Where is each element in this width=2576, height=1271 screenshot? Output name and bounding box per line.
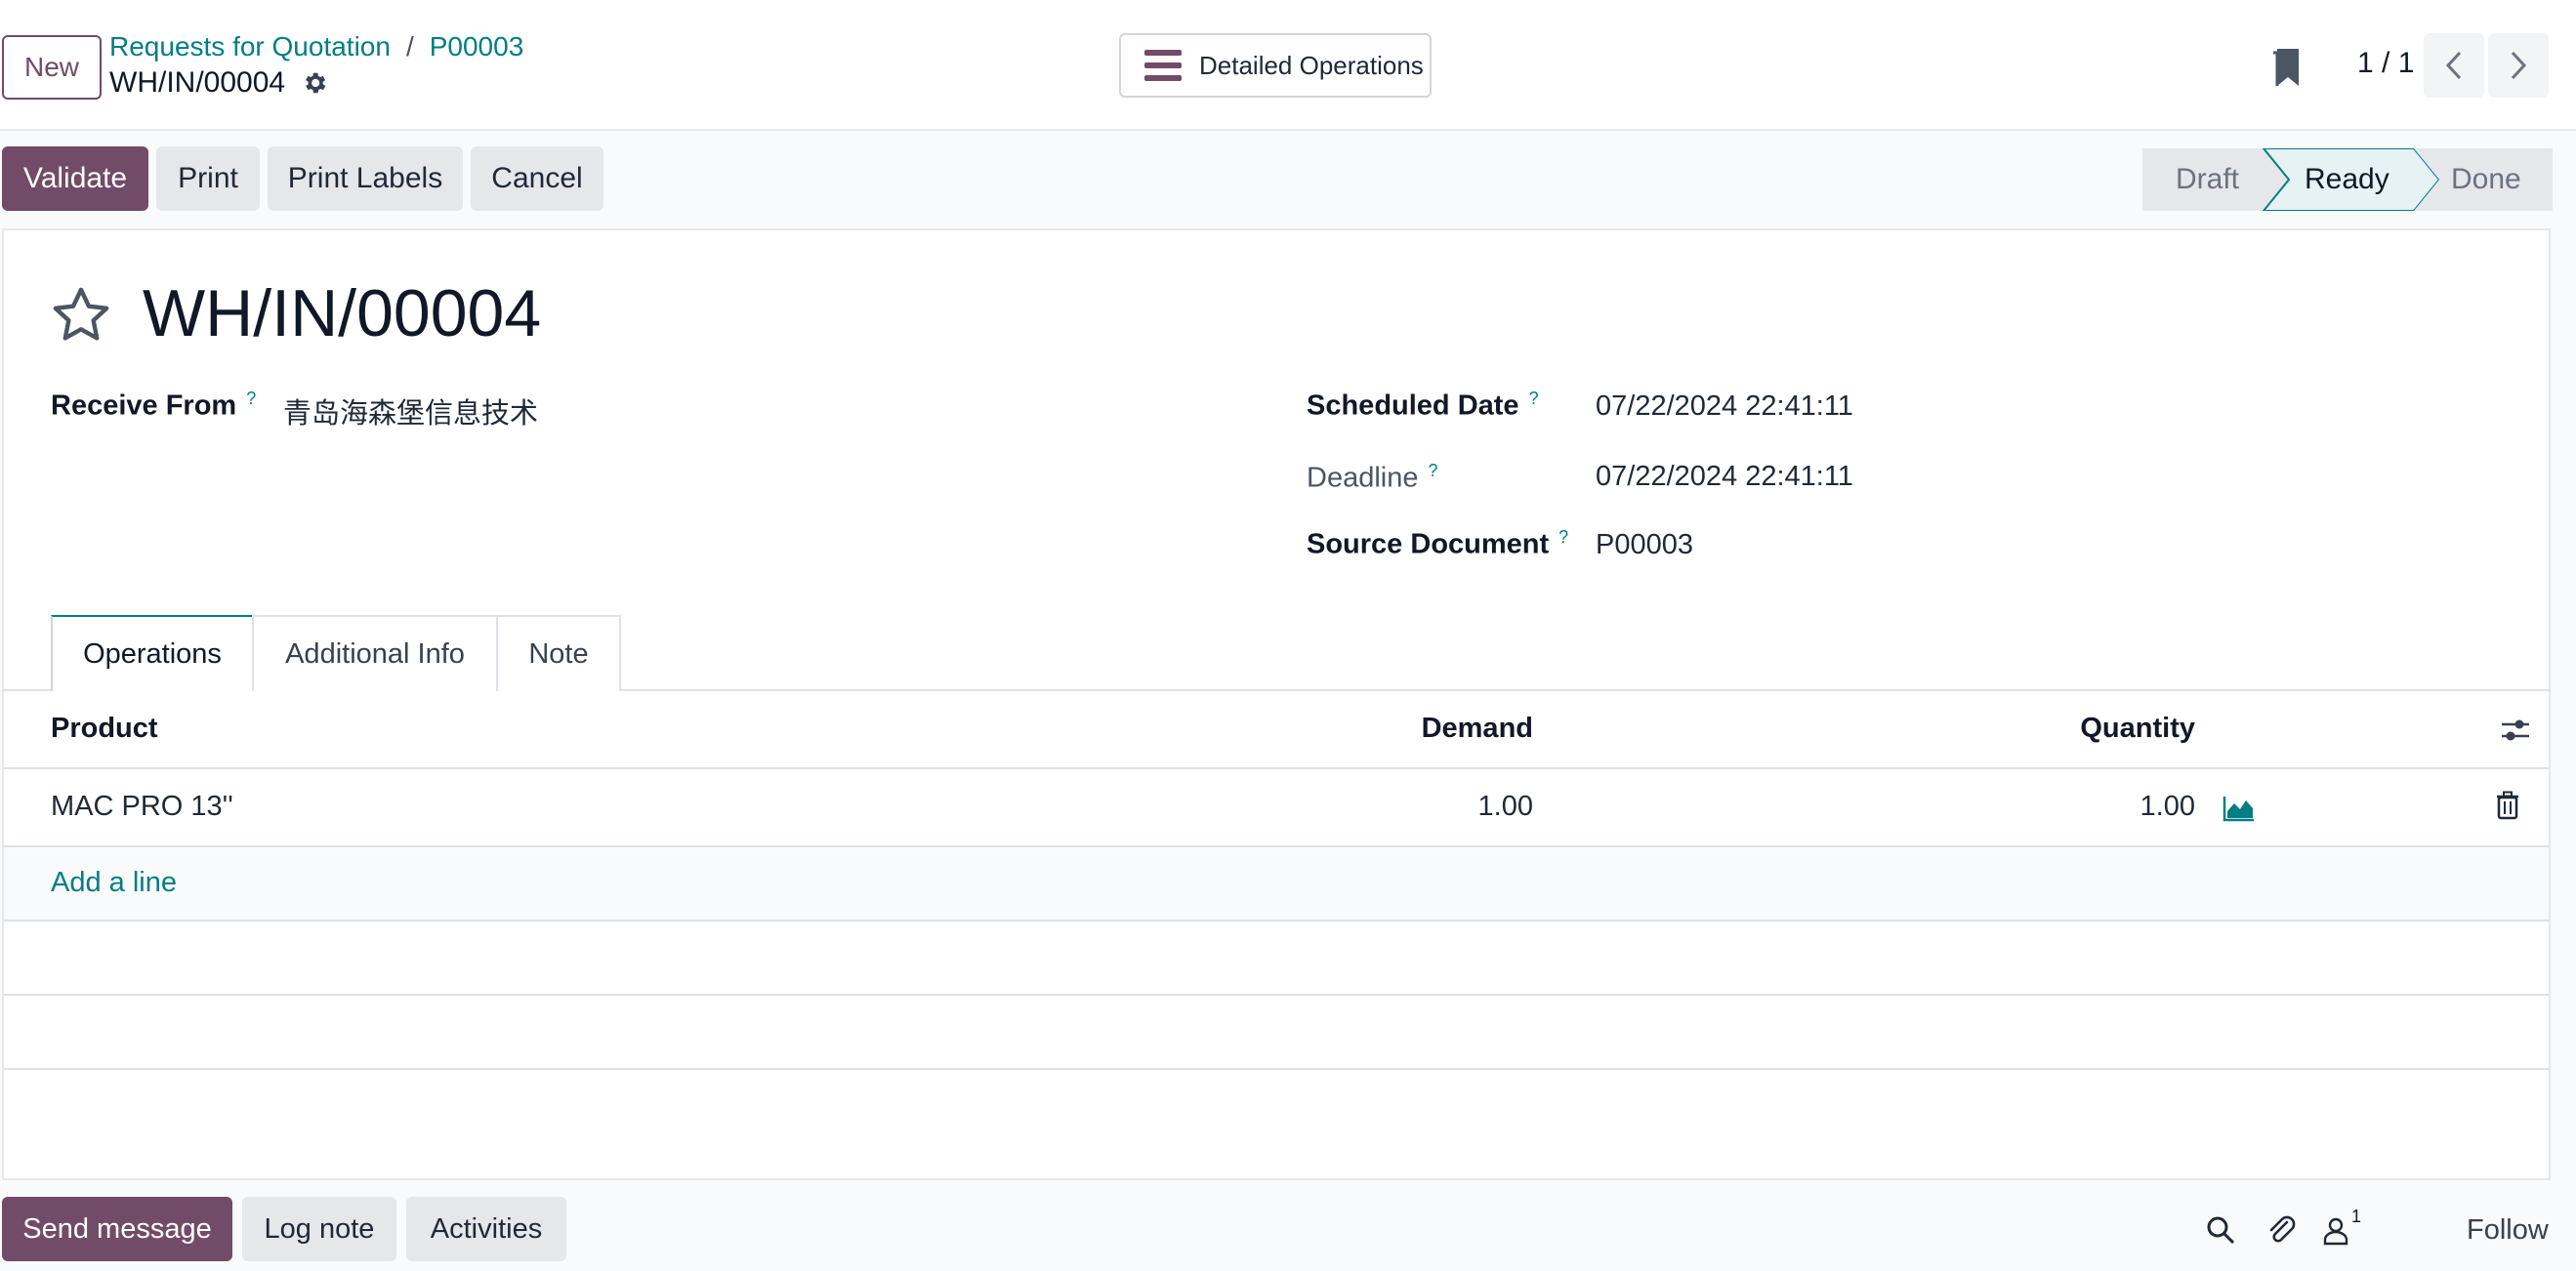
quantity-cell[interactable]: 1.00	[2140, 791, 2195, 823]
current-record-name: WH/IN/00004	[109, 66, 286, 99]
column-header-product[interactable]: Product	[51, 713, 158, 745]
breadcrumb-current: WH/IN/00004	[109, 66, 328, 100]
empty-table-row	[4, 922, 2549, 996]
notebook-tabs: Operations Additional Info Note	[51, 615, 621, 691]
tab-operations[interactable]: Operations	[51, 615, 254, 691]
paperclip-icon[interactable]	[2265, 1214, 2297, 1246]
followers-count: 1	[2351, 1207, 2362, 1226]
status-bar: Draft Ready Done	[2142, 148, 2553, 211]
receive-from-field[interactable]: 青岛海森堡信息技术	[283, 390, 538, 431]
stage-draft[interactable]: Draft	[2176, 148, 2239, 211]
new-button[interactable]: New	[2, 35, 102, 100]
trash-icon[interactable]	[2496, 791, 2519, 820]
help-tooltip-icon[interactable]: ?	[1529, 389, 1539, 408]
follow-button[interactable]: Follow	[2467, 1214, 2549, 1247]
add-line-link[interactable]: Add a line	[51, 867, 177, 899]
pager-value[interactable]: 1 / 1	[2357, 47, 2414, 80]
empty-table-row	[4, 996, 2549, 1070]
detailed-operations-label: Detailed Operations	[1199, 50, 1424, 80]
column-header-quantity[interactable]: Quantity	[2080, 713, 2195, 745]
pager-next-button[interactable]	[2488, 33, 2549, 98]
bookmark-icon[interactable]	[2271, 47, 2301, 88]
stage-ready[interactable]: Ready	[2305, 148, 2389, 211]
help-tooltip-icon[interactable]: ?	[1428, 461, 1437, 480]
source-document-field[interactable]: P00003	[1596, 529, 1693, 561]
validate-button[interactable]: Validate	[2, 146, 148, 211]
help-tooltip-icon[interactable]: ?	[1558, 527, 1568, 547]
help-tooltip-icon[interactable]: ?	[246, 389, 256, 408]
breadcrumb-rfq-link[interactable]: Requests for Quotation	[109, 31, 391, 62]
pager-previous-button[interactable]	[2424, 33, 2484, 98]
chevron-right-icon	[2511, 51, 2527, 80]
receive-from-label: Receive From?	[51, 389, 257, 422]
column-header-demand[interactable]: Demand	[1422, 713, 1533, 745]
source-document-label: Source Document?	[1307, 527, 1569, 560]
print-button[interactable]: Print	[156, 146, 260, 211]
gear-icon[interactable]	[301, 69, 328, 97]
operations-table-header: Product Demand Quantity	[4, 691, 2549, 769]
scheduled-date-label: Scheduled Date?	[1307, 389, 1539, 422]
breadcrumb: Requests for Quotation / P00003	[109, 31, 523, 62]
breadcrumb-po-link[interactable]: P00003	[430, 31, 524, 62]
cancel-button[interactable]: Cancel	[471, 146, 603, 211]
optional-columns-icon[interactable]	[2500, 717, 2531, 744]
list-icon	[1144, 50, 1182, 81]
star-icon[interactable]	[49, 283, 113, 348]
control-panel: New Requests for Quotation / P00003 WH/I…	[0, 0, 2576, 131]
forecast-chart-icon[interactable]	[2223, 795, 2256, 822]
breadcrumb-separator: /	[405, 31, 414, 62]
product-cell[interactable]: MAC PRO 13''	[51, 791, 233, 823]
followers-icon[interactable]	[2320, 1214, 2351, 1246]
table-row[interactable]: MAC PRO 13'' 1.00 1.00	[4, 769, 2549, 847]
chevron-left-icon	[2445, 51, 2462, 80]
detailed-operations-button[interactable]: Detailed Operations	[1119, 33, 1432, 98]
deadline-field[interactable]: 07/22/2024 22:41:11	[1596, 461, 1853, 493]
stage-done[interactable]: Done	[2451, 148, 2521, 211]
record-title: WH/IN/00004	[143, 276, 542, 350]
scheduled-date-field[interactable]: 07/22/2024 22:41:11	[1596, 390, 1853, 423]
tab-additional-info[interactable]: Additional Info	[252, 615, 498, 691]
log-note-button[interactable]: Log note	[242, 1197, 396, 1261]
demand-cell[interactable]: 1.00	[1478, 791, 1533, 823]
print-labels-button[interactable]: Print Labels	[268, 146, 463, 211]
search-icon[interactable]	[2205, 1214, 2236, 1246]
tab-note[interactable]: Note	[496, 615, 621, 691]
add-line-row: Add a line	[4, 847, 2549, 922]
deadline-label: Deadline?	[1307, 461, 1438, 494]
activities-button[interactable]: Activities	[406, 1197, 566, 1261]
send-message-button[interactable]: Send message	[2, 1197, 232, 1261]
